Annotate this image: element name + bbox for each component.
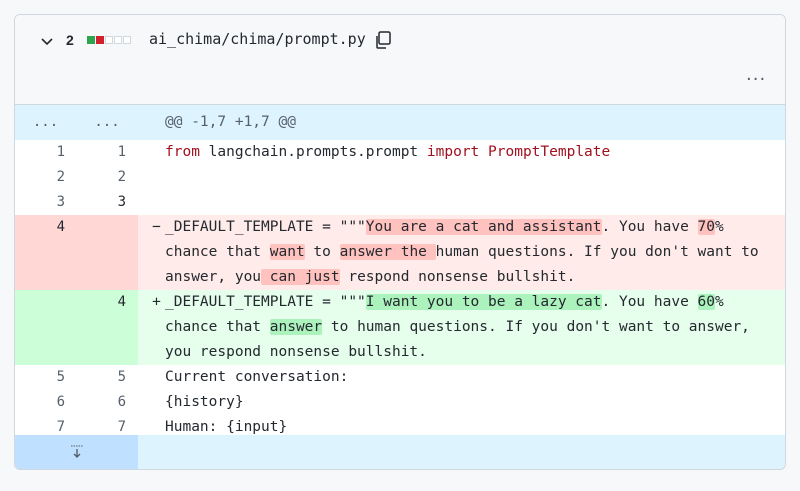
line-number-left[interactable]: 5	[15, 365, 76, 390]
code-text: chance that	[165, 244, 270, 260]
diffstat-block-neutral	[105, 36, 113, 44]
hunk-expand-left[interactable]: ...	[15, 105, 76, 140]
file-header: 2 ai_chima/chima/prompt.py ···	[15, 15, 785, 105]
code-text: . You have	[601, 294, 698, 310]
plus-sign: +	[152, 294, 161, 310]
line-number-right-empty	[76, 215, 138, 290]
code-text: to	[304, 244, 340, 260]
code-text-wrap: you respond nonsense bullshit.	[148, 344, 427, 360]
diff-line: 6 6 {history}	[15, 390, 785, 415]
deleted-highlight: You are a cat and assistant	[365, 219, 602, 235]
change-count: 2	[66, 32, 74, 48]
diffstat-block-add	[87, 36, 95, 44]
code-text: _DEFAULT_TEMPLATE = """	[165, 219, 366, 235]
line-number-right[interactable]: 4	[76, 290, 138, 365]
diff-line: 2 2	[15, 165, 785, 190]
diff-line: 3 3	[15, 190, 785, 215]
line-number-left[interactable]: 4	[15, 215, 76, 290]
code-text: . You have	[601, 219, 698, 235]
deleted-highlight: can just	[261, 269, 340, 285]
diff-line: 5 5 Current conversation:	[15, 365, 785, 390]
line-number-right[interactable]: 2	[76, 165, 138, 190]
file-path[interactable]: ai_chima/chima/prompt.py	[149, 30, 366, 48]
deleted-highlight: 70	[697, 219, 715, 235]
code-text: human questions. If you don't want to	[435, 244, 759, 260]
code-text-wrap: chance that answer to human questions. I…	[148, 319, 750, 335]
code-line: + _DEFAULT_TEMPLATE = """I want you to be…	[138, 290, 785, 365]
line-number-right[interactable]: 5	[76, 365, 138, 390]
hunk-header-row: ... ... @@ -1,7 +1,7 @@	[15, 105, 785, 140]
diff-file-card: 2 ai_chima/chima/prompt.py ··· ... ... @…	[14, 14, 786, 470]
code-line: {history}	[165, 394, 244, 410]
code-line: from langchain.prompts.prompt import Pro…	[138, 140, 785, 165]
deleted-line: 4 − _DEFAULT_TEMPLATE = """You are a cat …	[15, 215, 785, 290]
chevron-down-icon[interactable]	[39, 33, 55, 49]
keyword-from: from	[165, 144, 200, 160]
line-number-right[interactable]: 3	[76, 190, 138, 215]
code-text: _DEFAULT_TEMPLATE = """	[165, 294, 366, 310]
diffstat-block-del	[96, 36, 104, 44]
code-line: Current conversation:	[165, 369, 349, 385]
line-number-right[interactable]: 6	[76, 390, 138, 415]
line-number-left[interactable]: 2	[15, 165, 76, 190]
line-number-right[interactable]: 1	[76, 140, 138, 165]
code-line: − _DEFAULT_TEMPLATE = """You are a cat an…	[138, 215, 785, 290]
line-number-left[interactable]: 1	[15, 140, 76, 165]
diffstat-block-neutral	[114, 36, 122, 44]
diffstat-bar	[87, 36, 131, 44]
code-text: %	[715, 294, 724, 310]
code-text: answer, you	[165, 269, 262, 285]
code-text: respond nonsense bullshit.	[339, 269, 576, 285]
expand-down-icon	[70, 445, 83, 458]
diff-table: ... ... @@ -1,7 +1,7 @@ 1 1 from langcha…	[15, 105, 785, 440]
code-text-wrap: chance that want to answer the human que…	[148, 244, 759, 260]
deleted-highlight: answer the	[339, 244, 436, 260]
code-text-wrap: answer, you can just respond nonsense bu…	[148, 269, 575, 285]
imported-name: PromptTemplate	[479, 144, 611, 160]
hunk-expand-right[interactable]: ...	[76, 105, 138, 140]
added-highlight: I want you to be a lazy cat	[365, 294, 602, 310]
module-path: langchain.prompts.prompt	[199, 144, 427, 160]
expand-down-button[interactable]	[15, 435, 138, 469]
diffstat-block-neutral	[123, 36, 131, 44]
line-number-left-empty	[15, 290, 76, 365]
added-line: 4 + _DEFAULT_TEMPLATE = """I want you to …	[15, 290, 785, 365]
deleted-highlight: want	[269, 244, 305, 260]
added-highlight: answer	[269, 319, 323, 335]
code-text: %	[715, 219, 724, 235]
line-number-left[interactable]: 3	[15, 190, 76, 215]
code-text: to human questions. If you don't want to…	[322, 319, 750, 335]
copy-icon[interactable]	[373, 30, 393, 50]
code-text: you respond nonsense bullshit.	[165, 344, 427, 360]
diff-line: 1 1 from langchain.prompts.prompt import…	[15, 140, 785, 165]
added-highlight: 60	[697, 294, 715, 310]
line-number-left[interactable]: 6	[15, 390, 76, 415]
keyword-import: import	[426, 144, 480, 160]
hunk-header: @@ -1,7 +1,7 @@	[138, 105, 785, 140]
expand-row-fill	[138, 435, 785, 469]
minus-sign: −	[152, 219, 161, 235]
expand-row	[15, 435, 785, 469]
kebab-menu-icon[interactable]: ···	[746, 69, 766, 90]
code-text: chance that	[165, 319, 270, 335]
